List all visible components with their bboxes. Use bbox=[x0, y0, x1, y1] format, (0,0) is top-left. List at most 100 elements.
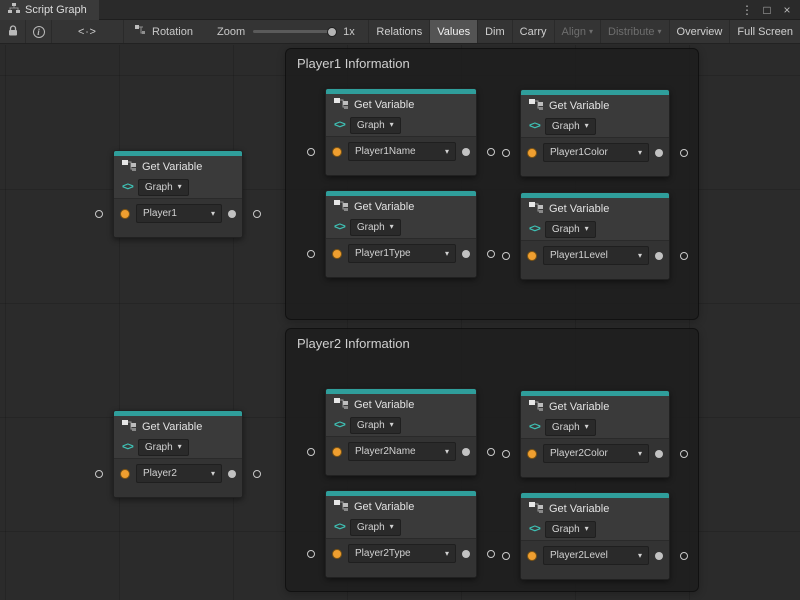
menu-icon[interactable]: ⋮ bbox=[738, 1, 756, 19]
lock-button[interactable] bbox=[0, 20, 26, 43]
dim-button[interactable]: Dim bbox=[477, 20, 512, 43]
left-connection-port[interactable] bbox=[307, 250, 315, 258]
overview-button[interactable]: Overview bbox=[669, 20, 730, 43]
get-variable-node[interactable]: Get Variable <> Graph▾ Player1Type▾ bbox=[325, 190, 477, 278]
left-connection-port[interactable] bbox=[95, 210, 103, 218]
input-port[interactable] bbox=[120, 469, 130, 479]
left-connection-port[interactable] bbox=[502, 552, 510, 560]
node-header[interactable]: Get Variable bbox=[326, 196, 476, 218]
graph-kind-dropdown[interactable]: Graph▾ bbox=[138, 179, 189, 196]
left-connection-port[interactable] bbox=[502, 450, 510, 458]
input-port[interactable] bbox=[332, 249, 342, 259]
output-port[interactable] bbox=[462, 148, 470, 156]
variable-dropdown[interactable]: Player1Name▾ bbox=[348, 142, 456, 161]
left-connection-port[interactable] bbox=[502, 252, 510, 260]
output-port[interactable] bbox=[462, 448, 470, 456]
variable-dropdown[interactable]: Player2▾ bbox=[136, 464, 222, 483]
right-connection-port[interactable] bbox=[487, 448, 495, 456]
zoom-slider[interactable] bbox=[253, 30, 335, 33]
output-port[interactable] bbox=[655, 252, 663, 260]
align-dropdown-button[interactable]: Align▾ bbox=[554, 20, 600, 43]
info-button[interactable]: i bbox=[26, 20, 52, 43]
carry-button[interactable]: Carry bbox=[512, 20, 554, 43]
graph-kind-dropdown[interactable]: Graph▾ bbox=[350, 519, 401, 536]
get-variable-node[interactable]: Get Variable <> Graph▾ Player2Name▾ bbox=[325, 388, 477, 476]
right-connection-port[interactable] bbox=[253, 210, 261, 218]
get-variable-node[interactable]: Get Variable <> Graph▾ Player1Level▾ bbox=[520, 192, 670, 280]
get-variable-node[interactable]: Get Variable <> Graph▾ Player1Color▾ bbox=[520, 89, 670, 177]
left-connection-port[interactable] bbox=[307, 148, 315, 156]
input-port[interactable] bbox=[332, 447, 342, 457]
left-connection-port[interactable] bbox=[307, 550, 315, 558]
node-header[interactable]: Get Variable bbox=[326, 394, 476, 416]
node-header[interactable]: Get Variable bbox=[114, 416, 242, 438]
graph-kind-dropdown[interactable]: Graph▾ bbox=[350, 219, 401, 236]
tab-script-graph[interactable]: Script Graph bbox=[0, 0, 99, 20]
variable-dropdown[interactable]: Player2Name▾ bbox=[348, 442, 456, 461]
node-header[interactable]: Get Variable bbox=[114, 156, 242, 178]
distribute-dropdown-button[interactable]: Distribute▾ bbox=[600, 20, 668, 43]
graph-kind-dropdown[interactable]: Graph▾ bbox=[545, 221, 596, 238]
variable-dropdown[interactable]: Player1Level▾ bbox=[543, 246, 649, 265]
graph-breadcrumb-button[interactable]: <∙> bbox=[52, 20, 124, 43]
variable-dropdown[interactable]: Player1Color▾ bbox=[543, 143, 649, 162]
input-port[interactable] bbox=[332, 549, 342, 559]
input-port[interactable] bbox=[332, 147, 342, 157]
output-port[interactable] bbox=[655, 552, 663, 560]
node-header[interactable]: Get Variable bbox=[521, 396, 669, 418]
node-header[interactable]: Get Variable bbox=[326, 496, 476, 518]
relations-button[interactable]: Relations bbox=[368, 20, 429, 43]
output-port[interactable] bbox=[655, 149, 663, 157]
right-connection-port[interactable] bbox=[680, 252, 688, 260]
input-port[interactable] bbox=[120, 209, 130, 219]
get-variable-node[interactable]: Get Variable <> Graph▾ Player2Level▾ bbox=[520, 492, 670, 580]
node-header[interactable]: Get Variable bbox=[521, 498, 669, 520]
get-variable-node[interactable]: Get Variable <> Graph▾ Player2Type▾ bbox=[325, 490, 477, 578]
graph-kind-dropdown[interactable]: Graph▾ bbox=[350, 417, 401, 434]
zoom-slider-handle[interactable] bbox=[327, 27, 337, 37]
maximize-icon[interactable]: □ bbox=[758, 1, 776, 19]
node-header[interactable]: Get Variable bbox=[326, 94, 476, 116]
get-variable-node[interactable]: Get Variable <> Graph▾ Player2▾ bbox=[113, 410, 243, 498]
variable-dropdown[interactable]: Player2Color▾ bbox=[543, 444, 649, 463]
input-port[interactable] bbox=[527, 251, 537, 261]
right-connection-port[interactable] bbox=[680, 450, 688, 458]
left-connection-port[interactable] bbox=[95, 470, 103, 478]
variable-dropdown[interactable]: Player2Type▾ bbox=[348, 544, 456, 563]
output-port[interactable] bbox=[462, 550, 470, 558]
graph-kind-dropdown[interactable]: Graph▾ bbox=[545, 118, 596, 135]
get-variable-node[interactable]: Get Variable <> Graph▾ Player2Color▾ bbox=[520, 390, 670, 478]
get-variable-node[interactable]: Get Variable <> Graph▾ Player1▾ bbox=[113, 150, 243, 238]
full-screen-button[interactable]: Full Screen bbox=[729, 20, 800, 43]
graph-kind-dropdown[interactable]: Graph▾ bbox=[350, 117, 401, 134]
graph-kind-dropdown[interactable]: Graph▾ bbox=[545, 521, 596, 538]
graph-canvas[interactable]: Player1 Information Player2 Information … bbox=[0, 45, 800, 600]
node-header[interactable]: Get Variable bbox=[521, 198, 669, 220]
input-port[interactable] bbox=[527, 449, 537, 459]
right-connection-port[interactable] bbox=[487, 148, 495, 156]
get-variable-node[interactable]: Get Variable <> Graph▾ Player1Name▾ bbox=[325, 88, 477, 176]
node-header[interactable]: Get Variable bbox=[521, 95, 669, 117]
right-connection-port[interactable] bbox=[680, 552, 688, 560]
output-port[interactable] bbox=[228, 210, 236, 218]
input-port[interactable] bbox=[527, 551, 537, 561]
values-button[interactable]: Values bbox=[429, 20, 477, 43]
right-connection-port[interactable] bbox=[253, 470, 261, 478]
graph-kind-dropdown[interactable]: Graph▾ bbox=[138, 439, 189, 456]
input-port[interactable] bbox=[527, 148, 537, 158]
left-connection-port[interactable] bbox=[307, 448, 315, 456]
graph-kind-dropdown[interactable]: Graph▾ bbox=[545, 419, 596, 436]
output-port[interactable] bbox=[228, 470, 236, 478]
output-port[interactable] bbox=[655, 450, 663, 458]
output-port[interactable] bbox=[462, 250, 470, 258]
group-title[interactable]: Player1 Information bbox=[286, 49, 698, 78]
group-title[interactable]: Player2 Information bbox=[286, 329, 698, 358]
right-connection-port[interactable] bbox=[487, 550, 495, 558]
variable-dropdown[interactable]: Player1▾ bbox=[136, 204, 222, 223]
right-connection-port[interactable] bbox=[487, 250, 495, 258]
variable-dropdown[interactable]: Player2Level▾ bbox=[543, 546, 649, 565]
left-connection-port[interactable] bbox=[502, 149, 510, 157]
right-connection-port[interactable] bbox=[680, 149, 688, 157]
variable-dropdown[interactable]: Player1Type▾ bbox=[348, 244, 456, 263]
close-icon[interactable]: × bbox=[778, 1, 796, 19]
